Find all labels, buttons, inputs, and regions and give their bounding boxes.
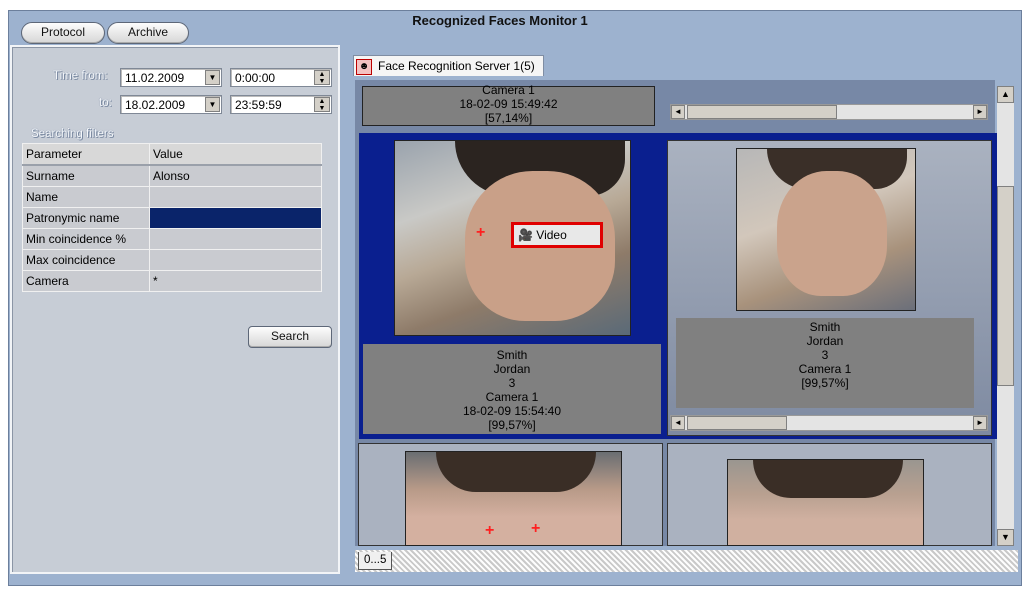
scroll-right-icon[interactable]: ► [973, 416, 987, 430]
surname-text: Smith [809, 320, 841, 334]
camera-text: Camera 1 [485, 390, 539, 404]
scroll-right-icon[interactable]: ► [973, 105, 987, 119]
page-tab[interactable]: 0...5 [358, 552, 393, 570]
date-to-field[interactable]: 18.02.2009 ▼ [120, 95, 222, 114]
results-vscroll[interactable]: ▲ ▼ [997, 86, 1014, 546]
face-photo-bottom-right[interactable] [727, 459, 924, 546]
camera-text: Camera 1 [798, 362, 852, 376]
date-to-value: 18.02.2009 [125, 98, 186, 112]
hair-shape [436, 452, 596, 492]
face-server-icon: ☻ [356, 58, 372, 75]
param-cell: Name [22, 186, 150, 208]
date-to-dropdown-icon[interactable]: ▼ [205, 97, 220, 112]
value-cell[interactable] [149, 228, 322, 250]
value-cell[interactable] [149, 249, 322, 271]
param-cell: Min coincidence % [22, 228, 150, 250]
right-card-hscroll[interactable]: ◄ ► [670, 415, 988, 431]
filter-panel [10, 45, 340, 574]
eye-marker-icon: + [485, 522, 495, 539]
id-text: 3 [508, 376, 516, 390]
filters-table: Parameter Value Surname Alonso Name Patr… [22, 143, 322, 292]
scroll-down-icon[interactable]: ▼ [997, 529, 1014, 546]
id-text: 3 [821, 348, 829, 362]
time-from-spinner-icon[interactable]: ▲ ▼ [314, 70, 330, 85]
filter-row-patronymic[interactable]: Patronymic name [22, 207, 322, 229]
hair-shape [753, 460, 903, 498]
video-camera-icon: 🎥 [518, 228, 533, 242]
result-info-right: Smith Jordan 3 Camera 1 [99,57%] [676, 318, 974, 408]
name-text: Jordan [806, 334, 844, 348]
result-info-left: Smith Jordan 3 Camera 1 18-02-09 15:54:4… [363, 344, 661, 434]
filter-row-camera[interactable]: Camera * [22, 270, 322, 292]
video-label: Video [536, 228, 567, 242]
time-from-field[interactable]: 0:00:00 ▲ ▼ [230, 68, 332, 87]
time-to-value: 23:59:59 [235, 98, 282, 112]
pager-bar [355, 550, 1018, 572]
time-to-field[interactable]: 23:59:59 ▲ ▼ [230, 95, 332, 114]
value-cell[interactable] [149, 186, 322, 208]
param-cell: Max coincidence [22, 249, 150, 271]
scroll-thumb[interactable] [997, 186, 1014, 386]
filter-row-max-coincidence[interactable]: Max coincidence [22, 249, 322, 271]
video-button[interactable]: 🎥 Video [511, 222, 603, 248]
eye-marker-icon: + [476, 224, 486, 241]
top-partial-info: Camera 1 18-02-09 15:49:42 [57,14%] [362, 83, 655, 126]
filter-row-surname[interactable]: Surname Alonso [22, 164, 322, 187]
tab-face-recognition-server[interactable]: ☻ Face Recognition Server 1(5) [353, 55, 544, 76]
date-from-field[interactable]: 11.02.2009 ▼ [120, 68, 222, 87]
top-right-hscroll[interactable]: ◄ ► [670, 104, 988, 120]
window-title: Recognized Faces Monitor 1 [412, 13, 588, 28]
coincidence-text: [99,57%] [801, 376, 849, 390]
scroll-left-icon[interactable]: ◄ [671, 105, 685, 119]
name-text: Jordan [493, 362, 531, 376]
top-partial-coincidence: [57,14%] [484, 111, 533, 125]
protocol-button[interactable]: Protocol [21, 22, 105, 44]
face-photo-right[interactable] [736, 148, 916, 311]
value-cell[interactable]: * [149, 270, 322, 292]
tab-label: Face Recognition Server 1(5) [378, 59, 535, 73]
value-cell[interactable]: Alonso [149, 164, 322, 187]
timestamp-text: 18-02-09 15:54:40 [462, 404, 562, 418]
time-from-label: Time from: [53, 70, 108, 82]
date-from-value: 11.02.2009 [125, 71, 185, 85]
value-cell-selected[interactable] [149, 207, 322, 229]
archive-button[interactable]: Archive [107, 22, 189, 44]
to-label: to: [99, 97, 112, 109]
search-button[interactable]: Search [248, 326, 332, 348]
param-cell: Camera [22, 270, 150, 292]
surname-text: Smith [496, 348, 528, 362]
scroll-left-icon[interactable]: ◄ [671, 416, 685, 430]
scroll-up-icon[interactable]: ▲ [997, 86, 1014, 103]
time-from-value: 0:00:00 [235, 71, 276, 85]
column-header-value: Value [149, 143, 322, 166]
eye-marker-icon: + [531, 520, 541, 537]
date-from-dropdown-icon[interactable]: ▼ [205, 70, 220, 85]
time-to-spinner-icon[interactable]: ▲ ▼ [314, 97, 330, 112]
face-photo-bottom-left[interactable] [405, 451, 622, 546]
filter-row-name[interactable]: Name [22, 186, 322, 208]
face-shape [777, 171, 887, 296]
top-partial-timestamp: 18-02-09 15:49:42 [459, 97, 558, 111]
column-header-parameter: Parameter [22, 143, 150, 166]
coincidence-text: [99,57%] [488, 418, 536, 432]
searching-filters-label: Searching filters [31, 128, 114, 140]
param-cell: Surname [22, 164, 150, 187]
param-cell: Patronymic name [22, 207, 150, 229]
top-partial-camera: Camera 1 [482, 83, 535, 97]
filter-row-min-coincidence[interactable]: Min coincidence % [22, 228, 322, 250]
scroll-thumb[interactable] [687, 105, 837, 119]
scroll-thumb[interactable] [687, 416, 787, 430]
